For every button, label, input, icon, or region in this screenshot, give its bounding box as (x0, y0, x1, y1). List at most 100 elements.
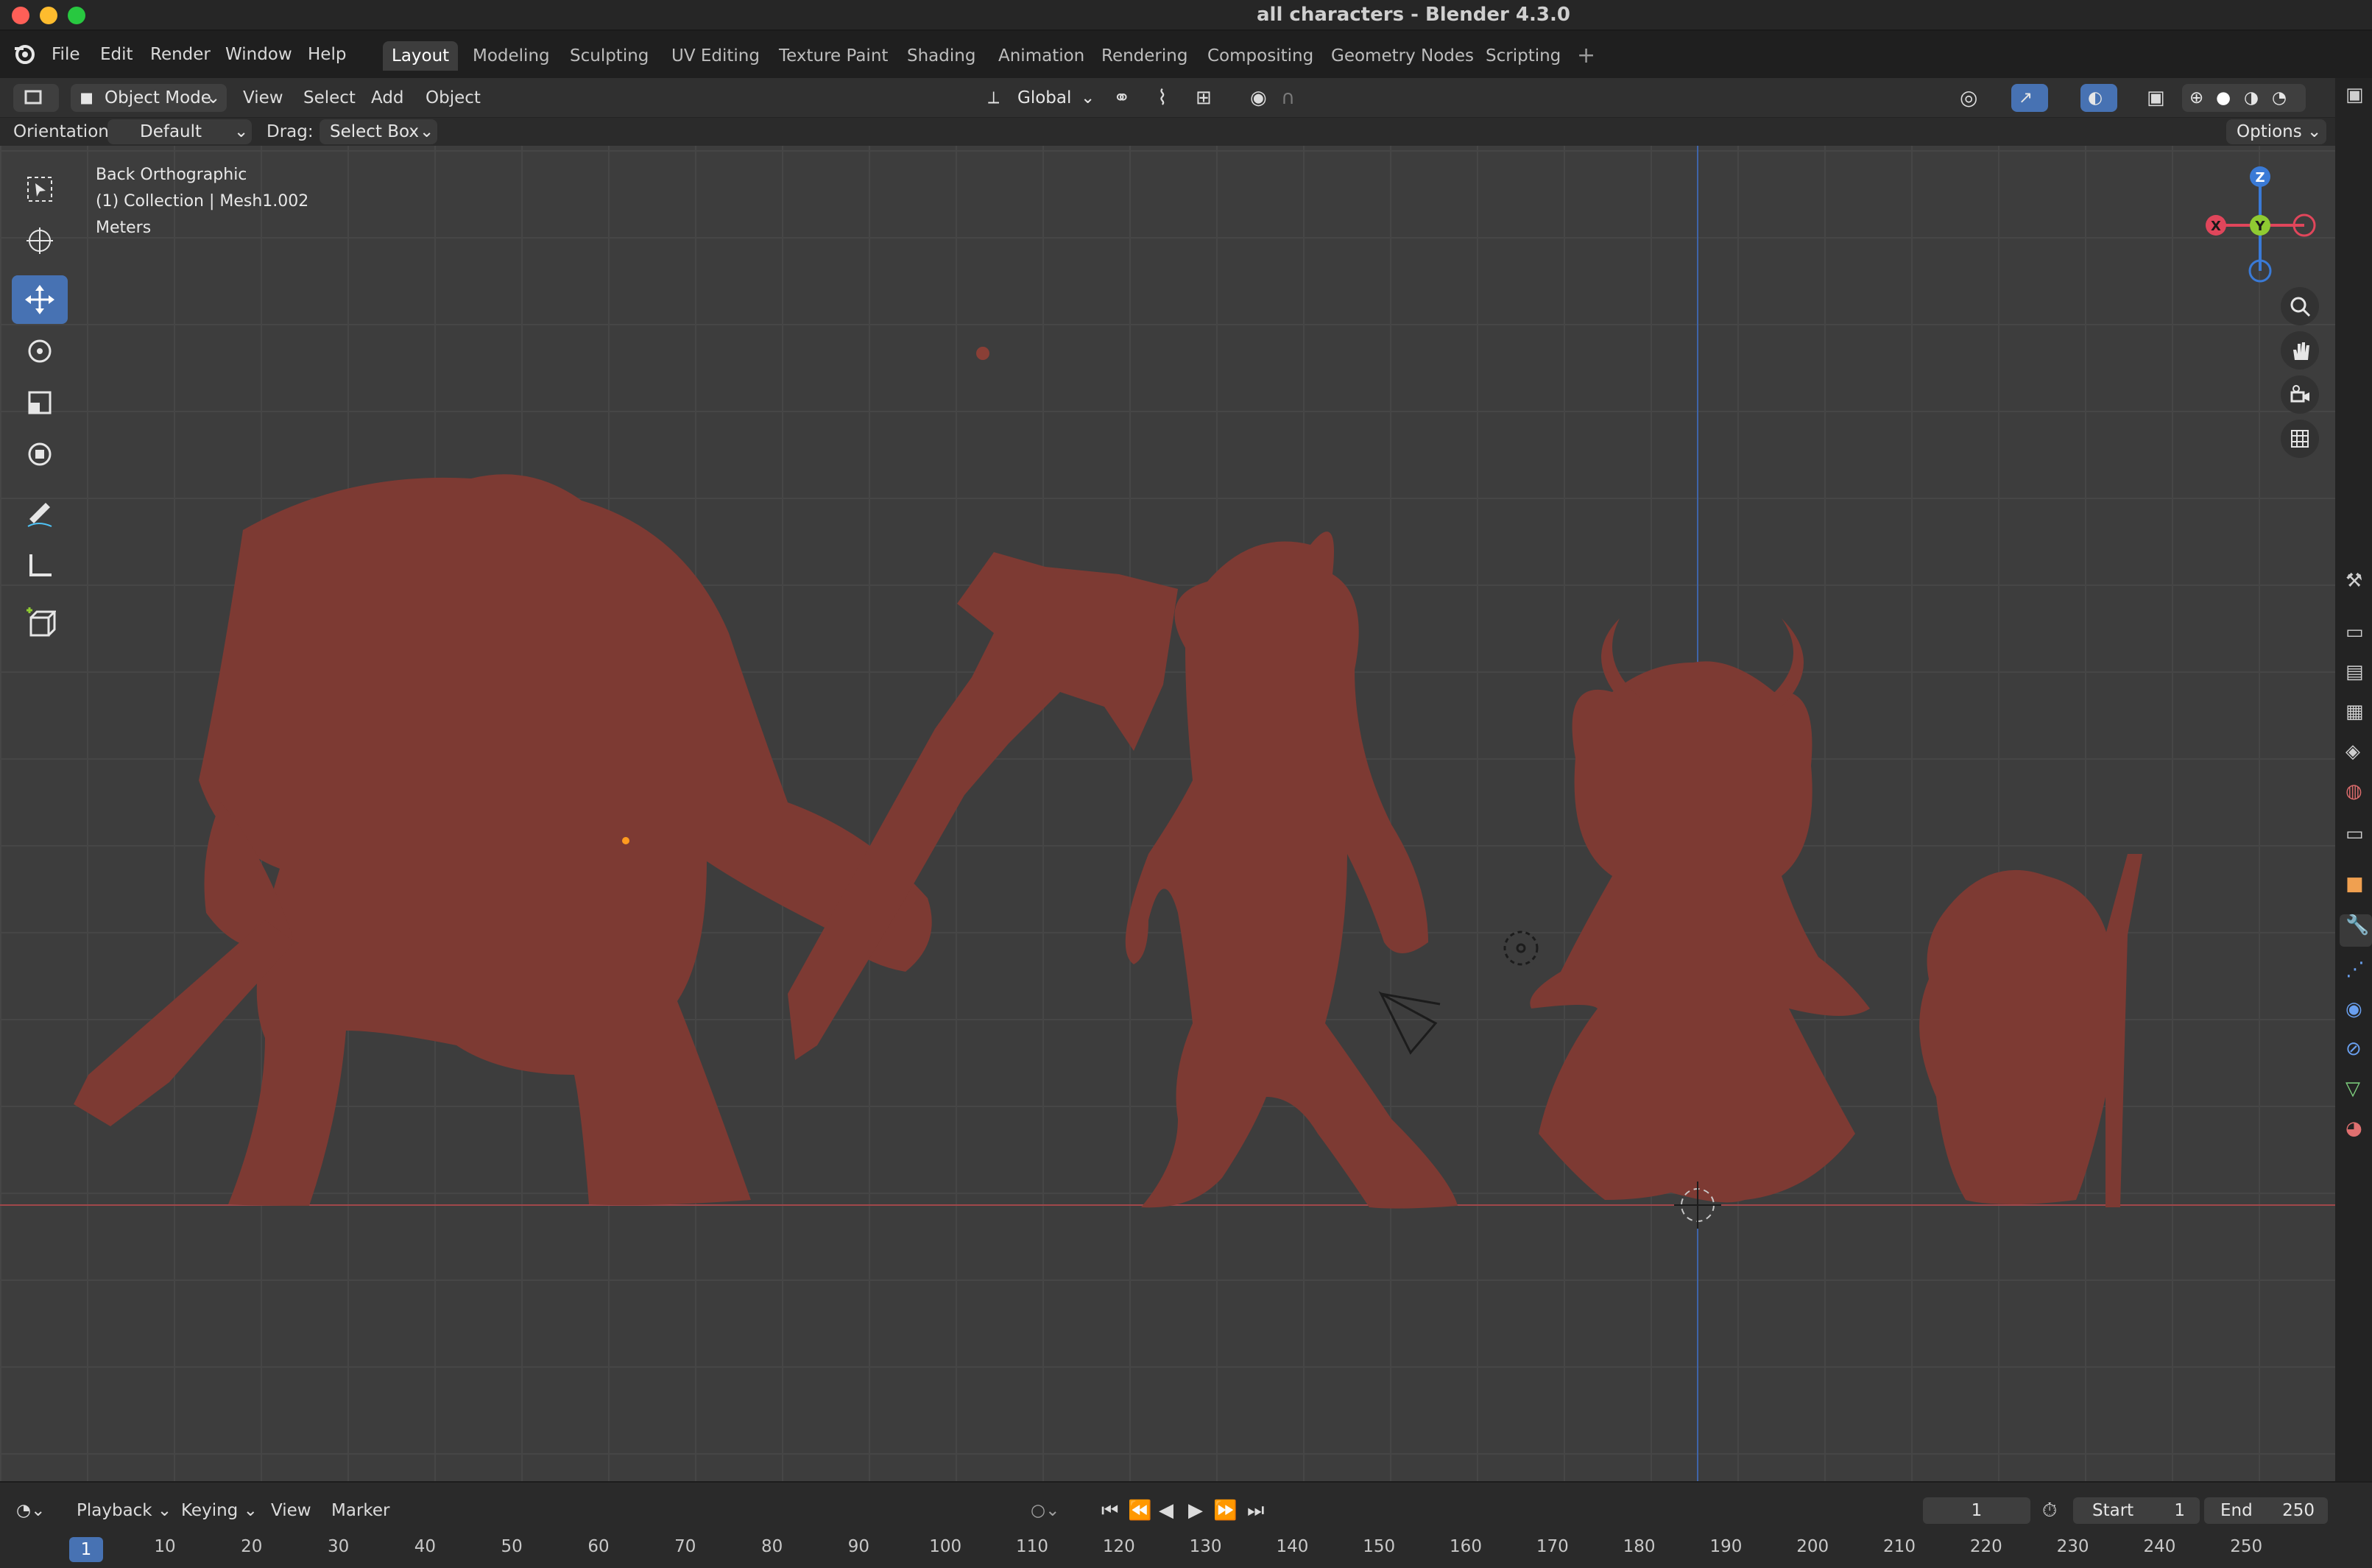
rendered-shading-icon[interactable]: ◔ (2272, 84, 2287, 112)
modifier-properties-icon[interactable]: 🔧 (2340, 914, 2372, 947)
timeline-editor: ◔⌄ Playback ⌄ Keying ⌄ View Marker ○⌄ ⏮ … (0, 1481, 2372, 1568)
view-layer-properties-icon[interactable]: ▦ (2345, 701, 2364, 723)
menu-edit[interactable]: Edit (100, 31, 133, 78)
material-properties-icon[interactable]: ◕ (2345, 1117, 2362, 1140)
keying-label: Keying (181, 1501, 239, 1520)
start-frame-field[interactable]: Start 1 (2073, 1497, 2200, 1524)
chevron-down-icon: ⌄ (206, 88, 221, 107)
chevron-down-icon: ⌄ (2307, 122, 2322, 141)
play-icon[interactable]: ▶ (1188, 1496, 1203, 1525)
move-tool[interactable] (12, 275, 68, 324)
collection-properties-icon[interactable]: ▭ (2345, 823, 2364, 845)
measure-tool[interactable] (12, 540, 68, 589)
tab-rendering[interactable]: Rendering (1093, 41, 1196, 71)
menu-select[interactable]: Select (303, 78, 356, 118)
physics-properties-icon[interactable]: ◉ (2345, 998, 2362, 1020)
annotate-tool[interactable] (12, 489, 68, 537)
transform-tool[interactable] (12, 430, 68, 478)
constraint-properties-icon[interactable]: ⊘ (2345, 1038, 2362, 1060)
tab-layout[interactable]: Layout (383, 41, 459, 71)
current-frame-field[interactable]: 1 (1923, 1497, 2030, 1524)
3d-viewport[interactable] (0, 118, 2335, 1481)
camera-view-icon[interactable] (2281, 375, 2319, 414)
gizmo-x-label: X (2211, 219, 2221, 234)
tab-uv-editing[interactable]: UV Editing (663, 41, 769, 71)
top-bar: File Edit Render Window Help Layout Mode… (0, 31, 2372, 78)
perspective-grid-icon[interactable] (2281, 420, 2319, 458)
output-properties-icon[interactable]: ▤ (2345, 661, 2364, 683)
snap-icon[interactable]: ⌇ (1157, 78, 1168, 118)
prev-keyframe-icon[interactable]: ⏪ (1128, 1496, 1151, 1525)
empty-object (1503, 930, 1539, 966)
orientation-label: Orientation: (13, 122, 115, 141)
data-properties-icon[interactable]: ▽ (2345, 1078, 2360, 1100)
chevron-down-icon: ⌄ (234, 122, 249, 141)
xray-icon[interactable]: ▣ (2147, 78, 2165, 118)
cursor-tool[interactable] (12, 216, 68, 265)
play-reverse-icon[interactable]: ◀ (1159, 1496, 1173, 1525)
pan-hand-icon[interactable] (2281, 331, 2319, 370)
properties-editor-icon[interactable]: ▣ (2345, 84, 2364, 106)
blender-logo-icon[interactable] (12, 31, 38, 78)
jump-start-icon[interactable]: ⏮ (1101, 1496, 1118, 1525)
gizmo-toggle-button[interactable]: ↗ (2011, 84, 2048, 112)
tab-geometry-nodes[interactable]: Geometry Nodes (1322, 41, 1483, 71)
keying-menu[interactable]: Keying ⌄ (181, 1496, 258, 1525)
scene-properties-icon[interactable]: ◈ (2345, 741, 2360, 763)
next-keyframe-icon[interactable]: ⏩ (1213, 1496, 1237, 1525)
drag-select[interactable]: Select Box ⌄ (320, 119, 437, 144)
menu-view[interactable]: View (243, 78, 283, 118)
menu-window[interactable]: Window (225, 31, 292, 78)
tool-properties-icon[interactable]: ⚒ (2345, 570, 2362, 592)
end-frame-field[interactable]: End 250 (2204, 1497, 2328, 1524)
playback-menu[interactable]: Playback ⌄ (77, 1496, 172, 1525)
mode-select[interactable]: ◼ Object Mode ⌄ (71, 84, 227, 112)
tab-shading[interactable]: Shading (898, 41, 984, 71)
auto-keying-icon[interactable]: ○⌄ (1031, 1496, 1059, 1525)
tab-animation[interactable]: Animation (989, 41, 1093, 71)
proportional-edit-icon[interactable]: ◉ (1250, 78, 1267, 118)
object-properties-icon[interactable]: ■ (2345, 873, 2364, 895)
wireframe-shading-icon[interactable]: ⊕ (2189, 84, 2203, 112)
tab-sculpting[interactable]: Sculpting (561, 41, 657, 71)
frame-tick: 60 (587, 1537, 610, 1556)
navigation-gizmo[interactable]: Z Y X (2201, 162, 2319, 287)
orientation-select[interactable]: Default ⌄ (107, 119, 252, 144)
menu-file[interactable]: File (52, 31, 80, 78)
menu-render[interactable]: Render (150, 31, 211, 78)
material-shading-icon[interactable]: ◑ (2244, 84, 2259, 112)
scale-tool[interactable] (12, 378, 68, 427)
particles-properties-icon[interactable]: ⋰ (2345, 958, 2365, 981)
tab-compositing[interactable]: Compositing (1199, 41, 1322, 71)
timeline-editor-type-icon[interactable]: ◔⌄ (16, 1496, 45, 1525)
preview-range-icon[interactable]: ⏱ (2042, 1496, 2057, 1525)
frame-tick: 110 (1016, 1537, 1048, 1556)
tab-modeling[interactable]: Modeling (464, 41, 559, 71)
tab-texture-paint[interactable]: Texture Paint (770, 41, 897, 71)
add-cube-tool[interactable] (12, 599, 68, 648)
playhead-frame[interactable]: 1 (69, 1537, 103, 1562)
falloff-icon[interactable]: ∩ (1281, 78, 1295, 118)
zoom-icon[interactable] (2281, 287, 2319, 325)
pivot-point-icon[interactable]: ⚭ (1113, 78, 1130, 118)
select-box-tool[interactable] (12, 165, 68, 213)
world-properties-icon[interactable]: ◍ (2345, 780, 2362, 802)
marker-menu[interactable]: Marker (331, 1496, 390, 1525)
shading-mode-group[interactable]: ⊕ ● ◑ ◔ (2182, 84, 2306, 112)
add-workspace-icon[interactable]: + (1568, 41, 1604, 71)
tab-scripting[interactable]: Scripting (1477, 41, 1570, 71)
timeline-view-menu[interactable]: View (271, 1496, 311, 1525)
visibility-icon[interactable]: ◎ (1960, 78, 1977, 118)
render-properties-icon[interactable]: ▭ (2345, 621, 2364, 643)
transform-orientation-select[interactable]: ⟂ Global ⌄ (984, 84, 1095, 112)
solid-shading-icon[interactable]: ● (2216, 84, 2231, 112)
jump-end-icon[interactable]: ⏭ (1247, 1496, 1264, 1525)
rotate-tool[interactable] (12, 327, 68, 375)
options-dropdown[interactable]: Options ⌄ (2226, 119, 2326, 144)
snap-target-icon[interactable]: ⊞ (1196, 78, 1212, 118)
menu-add[interactable]: Add (371, 78, 404, 118)
overlay-toggle-button[interactable]: ◐ (2080, 84, 2117, 112)
menu-object[interactable]: Object (426, 78, 481, 118)
menu-help[interactable]: Help (308, 31, 346, 78)
editor-type-button[interactable] (13, 84, 59, 112)
